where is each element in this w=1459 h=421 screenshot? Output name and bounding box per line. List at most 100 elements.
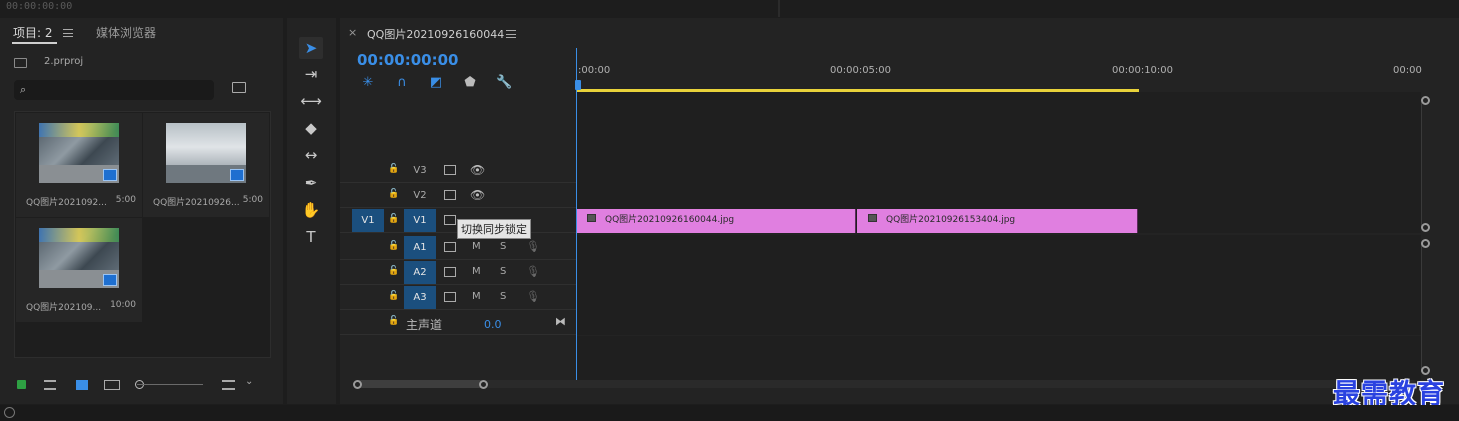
playhead-line[interactable] bbox=[576, 48, 577, 380]
horizontal-scrollbar[interactable] bbox=[354, 380, 1416, 388]
track-body[interactable] bbox=[576, 183, 1421, 208]
ruler-tick-label: 00:00:05:00 bbox=[830, 65, 892, 76]
eye-icon[interactable]: 👁 bbox=[470, 163, 485, 177]
audio-scrollbar[interactable] bbox=[1421, 244, 1422, 372]
close-icon[interactable]: × bbox=[348, 26, 357, 39]
pen-tool-icon[interactable]: ✒ bbox=[299, 172, 323, 194]
timeline-clip[interactable]: QQ图片20210926153404.jpg bbox=[857, 209, 1138, 233]
sync-lock-icon[interactable] bbox=[444, 190, 456, 200]
lock-icon[interactable] bbox=[17, 380, 26, 389]
lock-icon[interactable]: 🔓 bbox=[388, 165, 399, 174]
track-body[interactable] bbox=[576, 260, 1421, 285]
track-name[interactable]: V2 bbox=[404, 184, 436, 207]
icon-view-icon[interactable] bbox=[76, 380, 88, 390]
playhead-timecode[interactable]: 00:00:00:00 bbox=[357, 51, 459, 69]
selection-tool-icon[interactable]: ➤ bbox=[299, 37, 323, 59]
clip-thumbnail bbox=[39, 228, 119, 288]
scroll-knob[interactable] bbox=[1421, 239, 1430, 248]
sequence-tab[interactable]: QQ图片20210926160044 bbox=[367, 26, 504, 42]
freeform-view-icon[interactable] bbox=[104, 380, 120, 390]
clip-card[interactable]: QQ图片20210926... 5:00 bbox=[143, 113, 269, 217]
mute-button[interactable]: M bbox=[472, 266, 481, 277]
panel-divider[interactable] bbox=[778, 0, 780, 17]
lock-icon[interactable]: 🔓 bbox=[388, 292, 399, 301]
track-name[interactable]: V1 bbox=[404, 209, 436, 232]
master-volume-value[interactable]: 0.0 bbox=[484, 318, 502, 331]
track-a3: 🔓 A3 M S 🎙 bbox=[340, 285, 1421, 310]
zoom-slider[interactable] bbox=[137, 384, 203, 385]
clip-duration: 5:00 bbox=[115, 195, 136, 205]
timeline-header: × QQ图片20210926160044 bbox=[340, 18, 1459, 48]
type-tool-icon[interactable]: T bbox=[299, 226, 323, 248]
scroll-knob[interactable] bbox=[353, 380, 362, 389]
master-track-label: 主声道 bbox=[406, 318, 443, 332]
solo-button[interactable]: S bbox=[500, 266, 506, 277]
timeline-clip[interactable]: QQ图片20210926160044.jpg bbox=[576, 209, 856, 233]
creative-cloud-icon[interactable] bbox=[4, 407, 15, 418]
lock-icon[interactable]: 🔓 bbox=[388, 190, 399, 199]
nest-toggle-icon[interactable]: ✳ bbox=[360, 75, 376, 91]
microphone-icon[interactable]: 🎙 bbox=[526, 240, 540, 253]
tooltip: 切换同步锁定 bbox=[457, 219, 531, 239]
lock-icon[interactable]: 🔓 bbox=[388, 317, 399, 326]
playhead-marker[interactable] bbox=[575, 80, 581, 90]
sync-lock-icon[interactable] bbox=[444, 242, 456, 252]
solo-button[interactable]: S bbox=[500, 291, 506, 302]
track-name[interactable]: A3 bbox=[404, 286, 436, 309]
chevron-down-icon[interactable]: ⌄ bbox=[245, 376, 253, 387]
snap-icon[interactable]: ∩ bbox=[394, 75, 410, 91]
track-select-tool-icon[interactable]: ⇥ bbox=[299, 63, 323, 85]
lock-icon[interactable]: 🔓 bbox=[388, 242, 399, 251]
list-view-icon[interactable] bbox=[44, 380, 56, 390]
sync-lock-icon[interactable] bbox=[444, 267, 456, 277]
ripple-edit-tool-icon[interactable]: ⟷ bbox=[299, 90, 323, 112]
tab-media-browser[interactable]: 媒体浏览器 bbox=[96, 24, 156, 41]
microphone-icon[interactable]: 🎙 bbox=[526, 290, 540, 303]
new-search-bin-icon[interactable] bbox=[232, 82, 246, 93]
sync-lock-icon[interactable] bbox=[444, 165, 456, 175]
track-name[interactable]: V3 bbox=[404, 159, 436, 182]
tab-project[interactable]: 项目: 2 bbox=[13, 24, 53, 41]
mute-button[interactable]: M bbox=[472, 241, 481, 252]
panel-menu-icon[interactable] bbox=[63, 29, 73, 37]
clip-card[interactable]: QQ图片2021092... 5:00 bbox=[16, 113, 142, 217]
razor-tool-icon[interactable]: ◆ bbox=[299, 117, 323, 139]
track-name[interactable]: A1 bbox=[404, 236, 436, 259]
wrench-icon[interactable]: 🔧 bbox=[496, 75, 512, 91]
hand-tool-icon[interactable]: ✋ bbox=[299, 199, 323, 221]
lock-icon[interactable]: 🔓 bbox=[388, 267, 399, 276]
horizontal-scroll-thumb[interactable] bbox=[354, 380, 484, 388]
clip-name: QQ图片2021092... bbox=[26, 198, 107, 208]
search-input[interactable]: ⌕ bbox=[14, 80, 214, 100]
track-body[interactable] bbox=[576, 285, 1421, 310]
source-patch-v1[interactable]: V1 bbox=[352, 209, 384, 232]
track-name[interactable]: A2 bbox=[404, 261, 436, 284]
sync-lock-icon[interactable] bbox=[444, 215, 456, 225]
sync-lock-icon[interactable] bbox=[444, 292, 456, 302]
video-scrollbar[interactable] bbox=[1421, 102, 1422, 226]
scroll-knob[interactable] bbox=[1421, 223, 1430, 232]
lock-icon[interactable]: 🔓 bbox=[388, 215, 399, 224]
add-marker-icon[interactable]: ⬟ bbox=[462, 75, 478, 91]
panel-menu-icon[interactable] bbox=[506, 30, 516, 38]
sort-icon[interactable] bbox=[222, 380, 235, 390]
scroll-knob[interactable] bbox=[1421, 96, 1430, 105]
microphone-icon[interactable]: 🎙 bbox=[526, 265, 540, 278]
tools-panel: ➤ ⇥ ⟷ ◆ ↔ ✒ ✋ T bbox=[287, 18, 336, 404]
image-sequence-badge-icon bbox=[103, 169, 117, 181]
time-ruler[interactable]: :00:00 00:00:05:00 00:00:10:00 00:00 bbox=[576, 48, 1440, 92]
tab-active-indicator bbox=[12, 42, 57, 44]
project-file-name: 2.prproj bbox=[44, 56, 84, 67]
track-body[interactable] bbox=[576, 310, 1421, 335]
linked-selection-icon[interactable]: ◩ bbox=[428, 75, 444, 91]
solo-button[interactable]: S bbox=[500, 241, 506, 252]
scroll-knob[interactable] bbox=[479, 380, 488, 389]
track-body[interactable] bbox=[576, 158, 1421, 183]
slip-tool-icon[interactable]: ↔ bbox=[299, 144, 323, 166]
eye-icon[interactable]: 👁 bbox=[470, 188, 485, 202]
track-body[interactable]: QQ图片20210926160044.jpg QQ图片2021092615340… bbox=[576, 208, 1421, 233]
mute-button[interactable]: M bbox=[472, 291, 481, 302]
track-body[interactable] bbox=[576, 235, 1421, 260]
clip-card[interactable]: QQ图片202109... 10:00 bbox=[16, 218, 142, 322]
bowtie-icon[interactable]: ⧓ bbox=[555, 315, 566, 328]
